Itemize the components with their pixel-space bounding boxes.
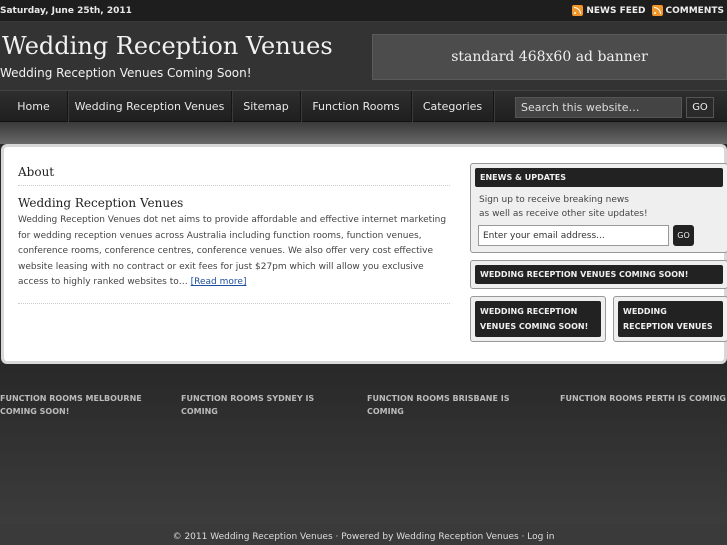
nav-item-categories[interactable]: Categories (412, 91, 494, 123)
nav-item-function-rooms[interactable]: Function Rooms (301, 91, 412, 123)
left-title-line-1: WEDDING RECEPTION (480, 307, 578, 316)
sidebar: ENEWS & UPDATES Sign up to receive break… (470, 163, 727, 342)
coming-soon-widget-right: WEDDING RECEPTION VENUES (613, 296, 727, 342)
footer-widget-line: COMING (181, 407, 218, 416)
search-input[interactable] (515, 97, 682, 118)
site-header: Wedding Reception Venues Wedding Recepti… (0, 22, 727, 90)
main-nav: Home Wedding Reception Venues Sitemap Fu… (0, 90, 727, 123)
coming-soon-left-title: WEDDING RECEPTION VENUES COMING SOON! (475, 301, 601, 337)
footer-widget-line: COMING SOON! (0, 407, 70, 416)
search-go-button[interactable]: GO (686, 97, 714, 118)
rss-icon (651, 5, 663, 16)
widget-row: WEDDING RECEPTION VENUES COMING SOON! WE… (470, 296, 727, 342)
enews-text: Sign up to receive breaking news as well… (479, 193, 719, 221)
enews-form: GO (478, 225, 720, 246)
top-bar: Saturday, June 25th, 2011 NEWS FEED COMM… (0, 0, 727, 22)
feed-links: NEWS FEED COMMENTS (572, 5, 724, 16)
news-feed-label: NEWS FEED (586, 6, 646, 16)
site-title[interactable]: Wedding Reception Venues (2, 32, 333, 60)
news-feed-link[interactable]: NEWS FEED (572, 5, 646, 16)
site-description: Wedding Reception Venues Coming Soon! (0, 66, 252, 80)
coming-soon-widget-left: WEDDING RECEPTION VENUES COMING SOON! (470, 296, 606, 342)
email-go-button[interactable]: GO (673, 225, 694, 246)
footer-widget-brisbane: FUNCTION ROOMS BRISBANE IS COMING (367, 392, 509, 418)
enews-widget: ENEWS & UPDATES Sign up to receive break… (470, 163, 727, 253)
enews-line-1: Sign up to receive breaking news (479, 195, 629, 205)
footer-widget-line: FUNCTION ROOMS PERTH IS COMING (560, 394, 726, 403)
comments-feed-link[interactable]: COMMENTS (651, 5, 724, 16)
footer-widget-perth: FUNCTION ROOMS PERTH IS COMING (560, 392, 726, 405)
footer-widget-melbourne: FUNCTION ROOMS MELBOURNE COMING SOON! (0, 392, 142, 418)
section-title: About (18, 165, 450, 186)
content-area: About Wedding Reception Venues Wedding R… (18, 165, 450, 304)
coming-soon-title: WEDDING RECEPTION VENUES COMING SOON! (475, 265, 723, 284)
right-title-line-1: WEDDING (623, 307, 667, 316)
read-more-link[interactable]: [Read more] (191, 277, 247, 287)
footer-widget-line: COMING (367, 407, 404, 416)
footer-widget-line: FUNCTION ROOMS MELBOURNE (0, 394, 142, 403)
coming-soon-right-title: WEDDING RECEPTION VENUES (618, 301, 723, 337)
ad-banner[interactable]: standard 468x60 ad banner (372, 34, 727, 80)
footer-widget-line: FUNCTION ROOMS BRISBANE IS (367, 394, 510, 403)
main-wrap: About Wedding Reception Venues Wedding R… (1, 144, 727, 364)
current-date: Saturday, June 25th, 2011 (0, 6, 132, 16)
coming-soon-widget: WEDDING RECEPTION VENUES COMING SOON! (470, 260, 727, 289)
enews-title: ENEWS & UPDATES (475, 168, 723, 187)
footer-widget-sydney: FUNCTION ROOMS SYDNEY IS COMING (181, 392, 314, 418)
right-title-line-2: RECEPTION VENUES (623, 322, 713, 331)
site-footer: © 2011 Wedding Reception Venues · Powere… (0, 524, 727, 545)
nav-item-wedding-reception-venues[interactable]: Wedding Reception Venues (68, 91, 232, 123)
email-field[interactable] (478, 225, 669, 246)
nav-item-home[interactable]: Home (0, 91, 68, 123)
post-title[interactable]: Wedding Reception Venues (18, 196, 450, 210)
nav-shadow-band (0, 122, 727, 144)
post-body: Wedding Reception Venues dot net aims to… (18, 213, 450, 304)
footer-widget-line: FUNCTION ROOMS SYDNEY IS (181, 394, 315, 403)
comments-label: COMMENTS (665, 6, 724, 16)
left-title-line-2: VENUES COMING SOON! (480, 322, 589, 331)
rss-icon (572, 5, 584, 16)
enews-line-2: as well as receive other site updates! (479, 209, 648, 219)
nav-item-sitemap[interactable]: Sitemap (232, 91, 301, 123)
footer-widgets: FUNCTION ROOMS MELBOURNE COMING SOON! FU… (0, 364, 727, 524)
